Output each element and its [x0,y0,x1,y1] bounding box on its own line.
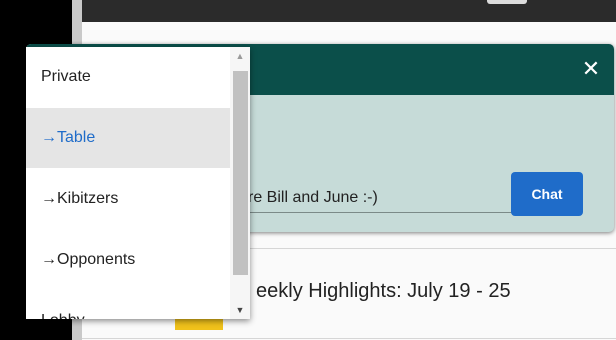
top-bar-text-fragment [487,0,527,4]
recipient-dropdown-list[interactable]: Private →Table →Kibitzers →Opponents Lob… [26,47,250,319]
top-bar [82,0,616,22]
close-icon[interactable]: ✕ [578,56,604,82]
scroll-up-icon[interactable]: ▲ [230,47,250,65]
chat-send-button[interactable]: Chat [511,172,583,216]
dropdown-option-lobby[interactable]: Lobby [26,291,230,319]
scrollbar-thumb[interactable] [233,71,248,275]
chat-message-input[interactable] [248,184,526,213]
dropdown-option-table[interactable]: →Table [26,108,230,168]
dropdown-scrollbar[interactable]: ▲ ▼ [230,47,250,319]
list-separator [82,338,616,339]
dropdown-option-kibitzers[interactable]: →Kibitzers [26,169,230,229]
dropdown-option-private[interactable]: Private [26,47,230,107]
highlight-thumbnail[interactable] [175,318,223,330]
scroll-down-icon[interactable]: ▼ [230,301,250,319]
dropdown-option-opponents[interactable]: →Opponents [26,230,230,290]
weekly-highlights-headline[interactable]: eekly Highlights: July 19 - 25 [256,280,511,303]
